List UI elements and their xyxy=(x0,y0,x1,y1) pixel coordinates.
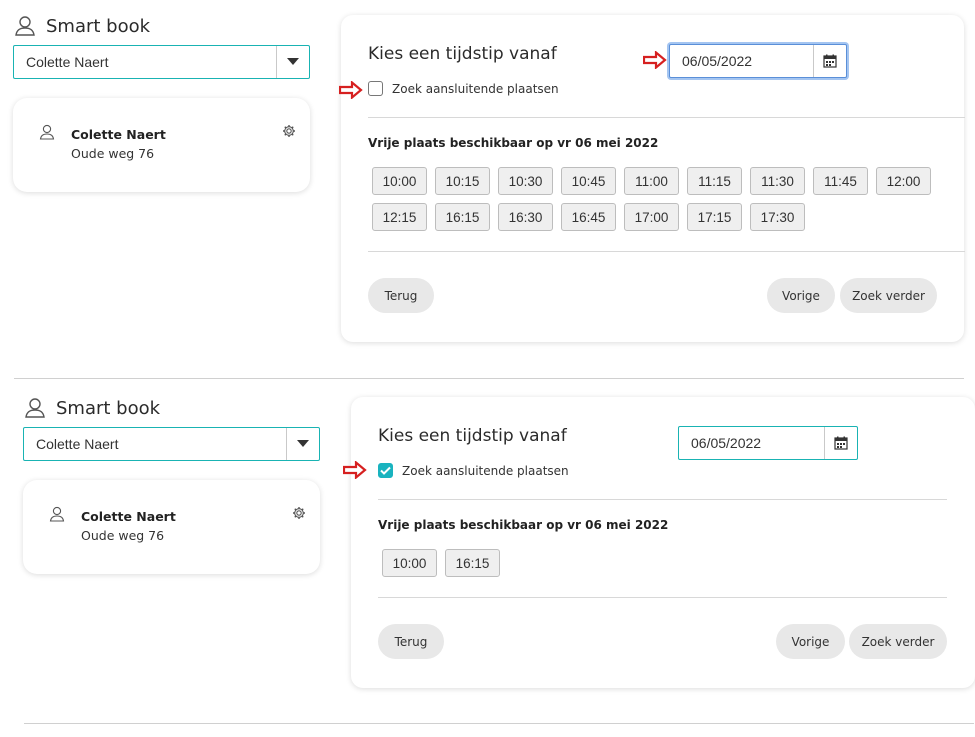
time-slot-button[interactable]: 10:30 xyxy=(498,167,553,195)
person-address: Oude weg 76 xyxy=(71,146,155,161)
panel-separator xyxy=(24,723,974,724)
person-selector-value: Colette Naert xyxy=(36,436,119,452)
app-header: Smart book xyxy=(14,15,150,37)
time-selection-card: Kies een tijdstip vanaf 06/05/2022 Zoek … xyxy=(351,397,975,688)
person-selector-value: Colette Naert xyxy=(26,54,109,70)
time-slot-button[interactable]: 16:30 xyxy=(498,203,553,231)
adjacent-slots-option[interactable]: Zoek aansluitende plaatsen xyxy=(368,81,559,96)
back-button[interactable]: Terug xyxy=(368,278,434,313)
time-slot-list: 10:00 10:15 10:30 10:45 11:00 11:15 11:30 11:45… xyxy=(372,167,932,231)
calendar-icon xyxy=(834,436,848,450)
date-field[interactable]: 06/05/2022 xyxy=(678,426,858,460)
time-slot-button[interactable]: 10:00 xyxy=(382,549,437,577)
red-arrow-icon xyxy=(343,461,367,479)
time-slot-button[interactable]: 11:00 xyxy=(624,167,679,195)
caret-down-icon xyxy=(287,58,299,65)
red-arrow-icon xyxy=(339,81,363,99)
availability-label: Vrije plaats beschikbaar op vr 06 mei 20… xyxy=(378,518,669,532)
time-slot-button[interactable]: 10:15 xyxy=(435,167,490,195)
adjacent-slots-label: Zoek aansluitende plaatsen xyxy=(392,81,559,96)
app-title: Smart book xyxy=(46,15,151,37)
app-title: Smart book xyxy=(56,397,161,419)
calendar-button[interactable] xyxy=(813,45,846,77)
adjacent-slots-checkbox[interactable] xyxy=(368,81,383,96)
caret-down-icon xyxy=(297,440,309,447)
time-slot-button[interactable]: 12:15 xyxy=(372,203,427,231)
divider xyxy=(368,117,965,118)
person-address: Oude weg 76 xyxy=(81,528,165,543)
availability-label: Vrije plaats beschikbaar op vr 06 mei 20… xyxy=(368,136,659,150)
booking-panel-1: Smart book Colette Naert Colette Naert O… xyxy=(0,0,975,378)
previous-button[interactable]: Vorige xyxy=(776,624,845,659)
time-slot-button[interactable]: 17:30 xyxy=(750,203,805,231)
divider xyxy=(378,499,947,500)
user-outline-icon xyxy=(25,398,45,418)
gear-icon[interactable] xyxy=(282,124,296,138)
time-slot-button[interactable]: 11:15 xyxy=(687,167,742,195)
adjacent-slots-label: Zoek aansluitende plaatsen xyxy=(402,463,569,478)
search-more-button[interactable]: Zoek verder xyxy=(849,624,947,659)
user-outline-icon xyxy=(15,16,35,36)
person-name: Colette Naert xyxy=(71,127,166,142)
panel-separator xyxy=(14,378,964,379)
time-slot-button[interactable]: 16:45 xyxy=(561,203,616,231)
red-arrow-icon xyxy=(643,51,667,69)
time-slot-button[interactable]: 10:45 xyxy=(561,167,616,195)
person-selector[interactable]: Colette Naert xyxy=(13,45,310,79)
calendar-icon xyxy=(823,54,837,68)
dropdown-toggle[interactable] xyxy=(276,46,309,78)
calendar-button[interactable] xyxy=(824,427,857,459)
person-card[interactable]: Colette Naert Oude weg 76 xyxy=(23,480,320,574)
divider xyxy=(378,597,947,598)
time-selection-title: Kies een tijdstip vanaf xyxy=(378,426,567,446)
time-slot-button[interactable]: 10:00 xyxy=(372,167,427,195)
booking-panel-2: Smart book Colette Naert Colette Naert O… xyxy=(0,382,975,722)
person-name: Colette Naert xyxy=(81,509,176,524)
time-slot-button[interactable]: 11:45 xyxy=(813,167,868,195)
gear-icon[interactable] xyxy=(292,506,306,520)
time-slot-button[interactable]: 17:00 xyxy=(624,203,679,231)
time-slot-button[interactable]: 12:00 xyxy=(876,167,931,195)
time-slot-button[interactable]: 11:30 xyxy=(750,167,805,195)
adjacent-slots-option[interactable]: Zoek aansluitende plaatsen xyxy=(378,463,569,478)
back-button[interactable]: Terug xyxy=(378,624,444,659)
time-slot-button[interactable]: 16:15 xyxy=(445,549,500,577)
checkmark-icon xyxy=(380,466,391,475)
date-input[interactable]: 06/05/2022 xyxy=(670,53,813,69)
time-slot-button[interactable]: 16:15 xyxy=(435,203,490,231)
person-selector[interactable]: Colette Naert xyxy=(23,427,320,461)
user-outline-icon xyxy=(39,124,55,140)
time-selection-title: Kies een tijdstip vanaf xyxy=(368,44,557,64)
date-input[interactable]: 06/05/2022 xyxy=(679,435,824,451)
previous-button[interactable]: Vorige xyxy=(767,278,835,313)
dropdown-toggle[interactable] xyxy=(286,428,319,460)
divider xyxy=(368,251,965,252)
app-header: Smart book xyxy=(24,397,160,419)
person-card[interactable]: Colette Naert Oude weg 76 xyxy=(13,98,310,192)
search-more-button[interactable]: Zoek verder xyxy=(840,278,937,313)
time-slot-list: 10:00 16:15 xyxy=(382,549,942,577)
time-slot-button[interactable]: 17:15 xyxy=(687,203,742,231)
adjacent-slots-checkbox[interactable] xyxy=(378,463,393,478)
user-outline-icon xyxy=(49,506,65,522)
date-field[interactable]: 06/05/2022 xyxy=(669,44,847,78)
